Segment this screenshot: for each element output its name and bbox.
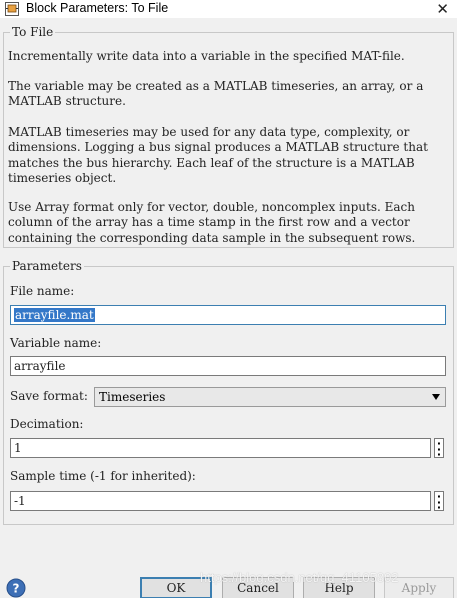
chevron-down-icon bbox=[432, 394, 440, 400]
description-paragraph: Incrementally write data into a variable… bbox=[8, 49, 405, 63]
more-options-icon[interactable]: · · · bbox=[434, 438, 444, 460]
file-name-value: arrayfile.mat bbox=[14, 308, 95, 322]
title-bar: Block Parameters: To File ✕ bbox=[0, 0, 457, 18]
save-format-dropdown[interactable]: Timeseries bbox=[94, 387, 446, 407]
description-paragraph: MATLAB timeseries may be used for any da… bbox=[8, 125, 428, 185]
more-options-icon[interactable]: · · · bbox=[434, 491, 444, 513]
parameters-group-label: Parameters bbox=[10, 259, 84, 273]
save-format-value: Timeseries bbox=[99, 390, 166, 404]
variable-name-field[interactable]: arrayfile bbox=[10, 356, 446, 376]
save-format-label: Save format: bbox=[10, 389, 88, 403]
window-title: Block Parameters: To File bbox=[26, 1, 169, 15]
variable-name-label: Variable name: bbox=[10, 336, 102, 350]
description-group-label: To File bbox=[10, 25, 56, 39]
description-paragraph: Use Array format only for vector, double… bbox=[8, 200, 416, 245]
simulink-block-icon bbox=[5, 2, 19, 16]
sample-time-field[interactable]: -1 bbox=[10, 491, 431, 511]
decimation-label: Decimation: bbox=[10, 417, 84, 431]
help-icon[interactable]: ? bbox=[6, 578, 26, 598]
decimation-field[interactable]: 1 bbox=[10, 438, 431, 458]
file-name-field[interactable]: arrayfile.mat bbox=[10, 305, 446, 325]
close-icon[interactable]: ✕ bbox=[436, 0, 449, 18]
file-name-label: File name: bbox=[10, 284, 75, 298]
svg-text:?: ? bbox=[13, 582, 20, 596]
watermark: https://blog.csdn.net/qq_41105802 bbox=[200, 570, 399, 585]
sample-time-label: Sample time (-1 for inherited): bbox=[10, 469, 196, 483]
description-paragraph: The variable may be created as a MATLAB … bbox=[8, 79, 424, 109]
